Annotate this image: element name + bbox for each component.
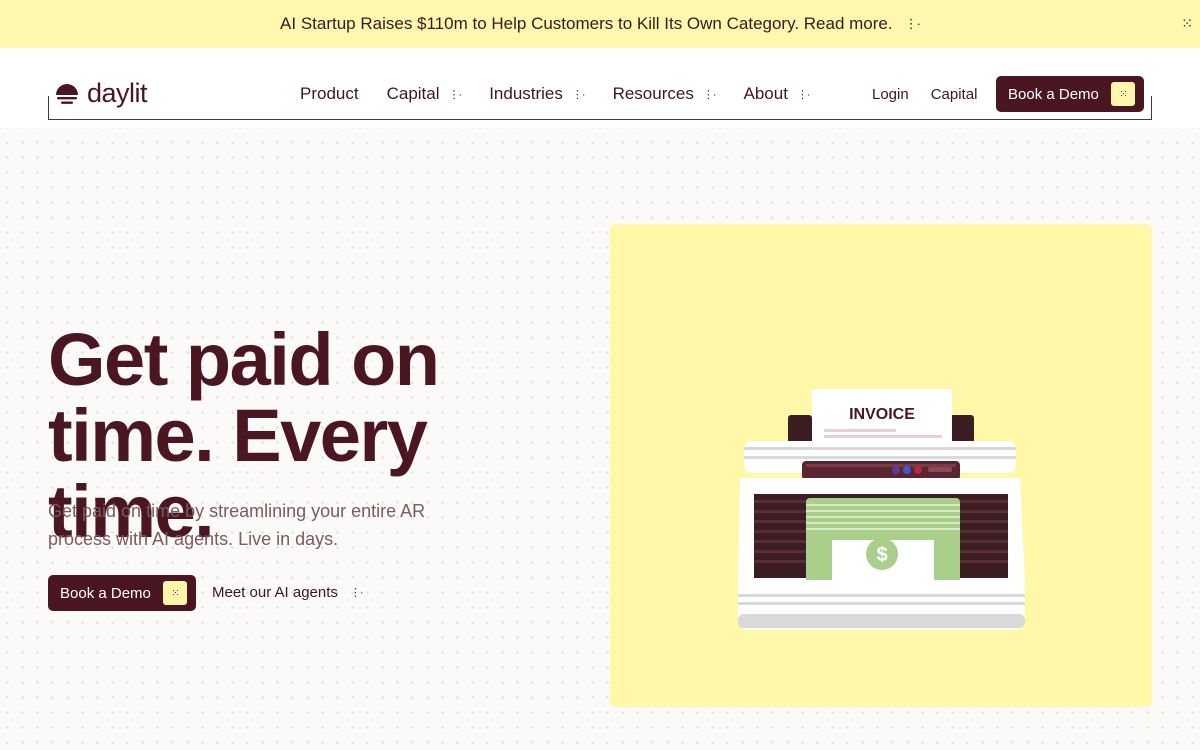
nav-item-label: Resources xyxy=(612,84,694,103)
brand-name: daylit xyxy=(87,78,148,108)
nav-item-capital[interactable]: Capital ⋮· xyxy=(386,84,463,104)
invoice-label: INVOICE xyxy=(849,406,915,423)
headline-line-1: Get paid on xyxy=(48,318,440,401)
dots-arrow-icon: ⋮· xyxy=(904,16,921,31)
nav-item-label: About xyxy=(743,84,788,103)
hero-illustration-panel: INVOICE $ xyxy=(610,224,1152,707)
dollar-sign: $ xyxy=(876,544,887,566)
dots-arrow-icon: ⋮· xyxy=(796,88,811,101)
dots-icon: ⁙ xyxy=(162,581,187,605)
nav-item-label: Capital xyxy=(386,84,440,103)
nav-item-product[interactable]: Product xyxy=(300,84,359,104)
book-demo-button[interactable]: Book a Demo ⁙ xyxy=(996,76,1144,112)
button-label: Book a Demo xyxy=(1008,85,1099,103)
nav-item-resources[interactable]: Resources ⋮· xyxy=(612,84,717,104)
button-label: Book a Demo xyxy=(60,584,151,602)
hero-subtext: Get paid on time by streamlining your en… xyxy=(48,501,426,549)
dots-icon: ⁙ xyxy=(1110,82,1135,106)
dots-arrow-icon: ⋮· xyxy=(571,88,586,101)
nav-item-label: Product xyxy=(300,84,359,103)
dots-arrow-icon: ⋮· xyxy=(349,587,364,599)
dots-arrow-icon: ⋮· xyxy=(702,88,717,101)
announcement-bar[interactable]: AI Startup Raises $110m to Help Customer… xyxy=(0,0,1200,48)
announcement-text[interactable]: AI Startup Raises $110m to Help Customer… xyxy=(280,14,893,34)
link-label: Meet our AI agents xyxy=(212,584,338,601)
logo[interactable]: daylit xyxy=(55,78,148,109)
daylit-logo-icon xyxy=(56,83,78,104)
nav-item-label: Industries xyxy=(489,84,563,103)
nav-item-industries[interactable]: Industries ⋮· xyxy=(489,84,586,104)
hero-book-demo-button[interactable]: Book a Demo ⁙ xyxy=(48,575,196,611)
meet-agents-link[interactable]: Meet our AI agents ⋮· xyxy=(212,584,364,601)
main-menu: Product Capital ⋮· Industries ⋮· Resourc… xyxy=(300,84,838,104)
capital-link[interactable]: Capital xyxy=(931,86,978,103)
nav-right-links: Login Capital xyxy=(872,86,999,103)
login-link[interactable]: Login xyxy=(872,86,909,103)
cash-counter-illustration: INVOICE $ xyxy=(738,389,1025,630)
close-icon[interactable]: ⁙ xyxy=(1181,15,1193,32)
dots-arrow-icon: ⋮· xyxy=(448,88,463,101)
nav-item-about[interactable]: About ⋮· xyxy=(743,84,811,104)
